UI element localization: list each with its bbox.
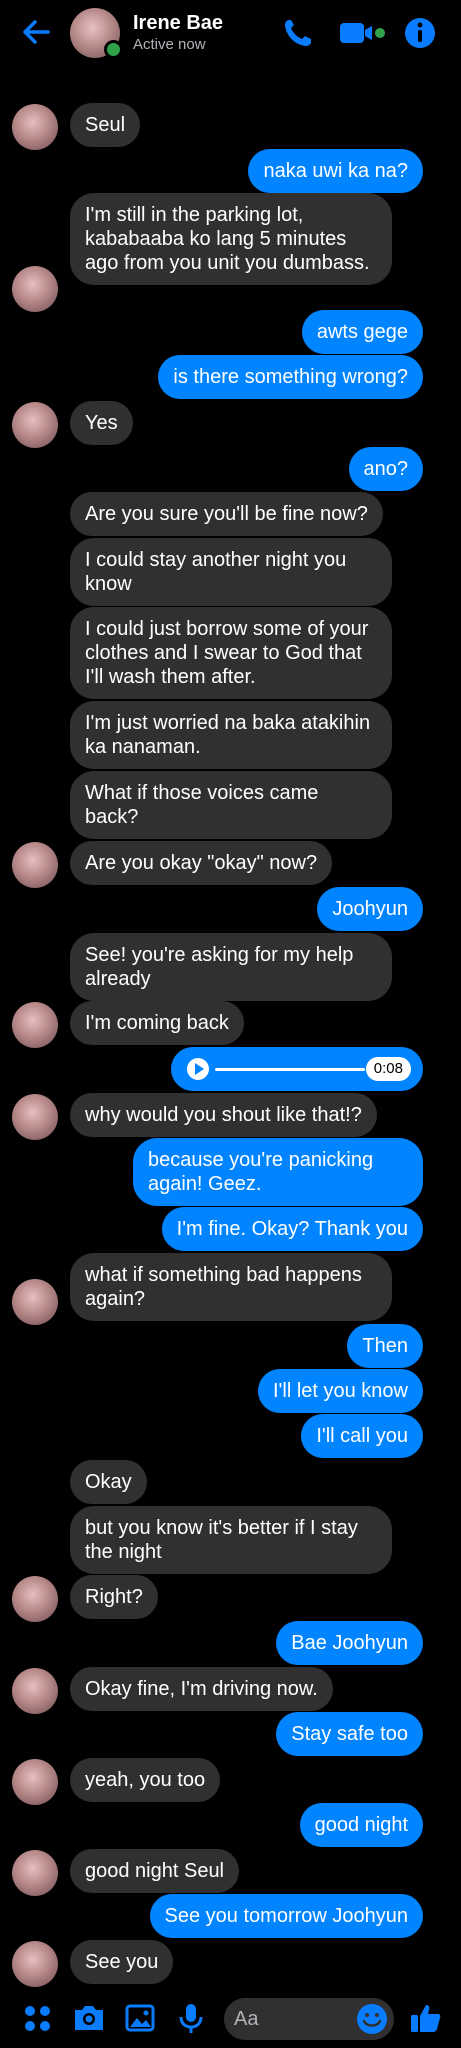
message-list: Seul naka uwi ka na? I'm still in the pa…	[0, 66, 461, 1988]
message-incoming[interactable]: I'm just worried na baka atakihin ka nan…	[70, 701, 392, 769]
emoji-icon[interactable]	[354, 2001, 390, 2037]
thumbs-up-icon[interactable]	[408, 2000, 444, 2036]
message-incoming[interactable]: What if those voices came back?	[70, 771, 392, 839]
sender-avatar[interactable]	[12, 1279, 58, 1325]
chat-header: Irene Bae Active now	[0, 0, 461, 66]
message-outgoing[interactable]: I'm fine. Okay? Thank you	[161, 1207, 423, 1251]
message-outgoing[interactable]: good night	[299, 1803, 423, 1847]
message-incoming[interactable]: Okay fine, I'm driving now.	[70, 1667, 333, 1711]
voice-message[interactable]: 0:08	[171, 1047, 423, 1091]
message-incoming[interactable]: Are you sure you'll be fine now?	[70, 492, 383, 536]
sender-avatar[interactable]	[12, 1941, 58, 1987]
message-outgoing[interactable]: I'll call you	[301, 1414, 423, 1458]
message-incoming[interactable]: yeah, you too	[70, 1758, 221, 1802]
gallery-icon[interactable]	[122, 2000, 158, 2036]
message-incoming[interactable]: I could stay another night you know	[70, 538, 392, 606]
audio-duration: 0:08	[365, 1057, 411, 1081]
message-outgoing[interactable]: Then	[347, 1324, 423, 1368]
apps-icon[interactable]	[20, 2000, 56, 2036]
online-indicator	[104, 40, 123, 59]
info-icon[interactable]	[400, 14, 440, 52]
message-incoming[interactable]: Yes	[70, 401, 133, 445]
message-incoming[interactable]: Seul	[70, 103, 141, 147]
message-incoming[interactable]: I'm coming back	[70, 1001, 244, 1045]
message-outgoing[interactable]: because you're panicking again! Geez.	[133, 1138, 423, 1206]
sender-avatar[interactable]	[12, 402, 58, 448]
sender-avatar[interactable]	[12, 1094, 58, 1140]
message-input-placeholder: Aa	[234, 2008, 259, 2030]
sender-avatar[interactable]	[12, 1759, 58, 1805]
message-incoming[interactable]: Right?	[70, 1575, 158, 1619]
composer-bar: Aa	[0, 1988, 461, 2048]
message-incoming[interactable]: I'm still in the parking lot, kababaaba …	[70, 193, 392, 285]
message-outgoing[interactable]: Bae Joohyun	[276, 1621, 423, 1665]
sender-avatar[interactable]	[12, 1002, 58, 1048]
message-outgoing[interactable]: naka uwi ka na?	[248, 149, 423, 193]
play-icon[interactable]	[187, 1058, 209, 1080]
message-outgoing[interactable]: is there something wrong?	[158, 355, 423, 399]
back-arrow-icon[interactable]	[18, 14, 54, 50]
message-outgoing[interactable]: See you tomorrow Joohyun	[149, 1894, 423, 1938]
message-incoming[interactable]: Okay	[70, 1460, 147, 1504]
message-outgoing[interactable]: awts gege	[301, 310, 423, 354]
contact-status: Active now	[133, 36, 206, 53]
message-incoming[interactable]: I could just borrow some of your clothes…	[70, 607, 392, 699]
sender-avatar[interactable]	[12, 266, 58, 312]
message-outgoing[interactable]: I'll let you know	[258, 1369, 423, 1413]
mic-icon[interactable]	[173, 2000, 209, 2036]
phone-icon[interactable]	[278, 14, 318, 52]
sender-avatar[interactable]	[12, 1576, 58, 1622]
contact-name[interactable]: Irene Bae	[133, 12, 223, 35]
message-outgoing[interactable]: Stay safe too	[276, 1712, 423, 1756]
message-incoming[interactable]: See you	[70, 1940, 174, 1984]
message-incoming[interactable]: good night Seul	[70, 1849, 240, 1893]
audio-progress-track[interactable]	[215, 1068, 365, 1071]
message-incoming[interactable]: Are you okay "okay" now?	[70, 841, 333, 885]
sender-avatar[interactable]	[12, 1668, 58, 1714]
message-incoming[interactable]: what if something bad happens again?	[70, 1253, 392, 1321]
sender-avatar[interactable]	[12, 842, 58, 888]
message-outgoing[interactable]: Joohyun	[317, 887, 423, 931]
sender-avatar[interactable]	[12, 1850, 58, 1896]
message-incoming[interactable]: why would you shout like that!?	[70, 1093, 377, 1137]
message-incoming[interactable]: but you know it's better if I stay the n…	[70, 1506, 392, 1574]
message-outgoing[interactable]: ano?	[348, 447, 423, 491]
message-incoming[interactable]: See! you're asking for my help already	[70, 933, 392, 1001]
camera-icon[interactable]	[71, 2000, 107, 2036]
sender-avatar[interactable]	[12, 104, 58, 150]
video-icon[interactable]	[338, 14, 386, 52]
